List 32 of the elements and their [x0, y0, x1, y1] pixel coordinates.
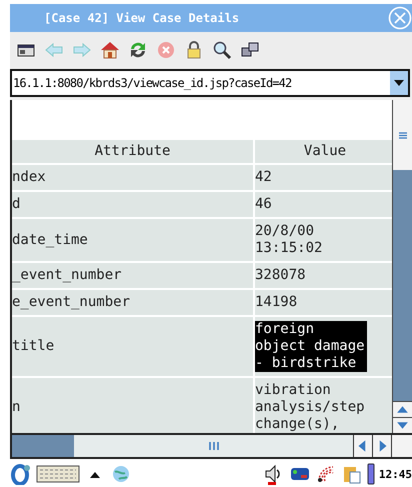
window-title: [Case 42] View Case Details	[43, 11, 240, 25]
table-cell: title	[12, 317, 253, 376]
table-cell: date_time	[12, 219, 253, 261]
table-cell: vibration analysis/step change(s),	[255, 378, 392, 433]
highlighted-text: foreign object damage - birdstrike	[255, 321, 367, 372]
grip-icon	[208, 442, 218, 450]
caret-icon[interactable]	[394, 80, 404, 86]
column-header: Value	[255, 140, 392, 163]
scroll-thumb[interactable]	[74, 435, 353, 457]
table-cell: e_event_number	[12, 290, 253, 315]
table-cell: 328078	[255, 263, 392, 288]
refresh-icon[interactable]	[128, 40, 148, 60]
column-header: Attribute	[12, 140, 253, 163]
scroll-right-icon[interactable]	[372, 435, 392, 457]
home-icon[interactable]	[100, 40, 120, 60]
table-cell: 20/8/00 13:15:02	[255, 219, 392, 261]
keyboard-icon[interactable]	[36, 464, 80, 484]
start-logo-icon[interactable]	[10, 463, 32, 485]
table-cell: d	[12, 192, 253, 217]
table-cell: 46	[255, 192, 392, 217]
clock: 12:45	[378, 468, 412, 480]
table-cell: ndex	[12, 165, 253, 190]
grip-icon	[398, 132, 406, 138]
address-field[interactable]: 16.1.1:8080/kbrds3/viewcase_id.jsp?caseId=42	[10, 69, 410, 97]
battery-icon	[366, 463, 375, 485]
table-cell: n	[12, 378, 253, 433]
search-icon[interactable]	[212, 40, 232, 60]
table-cell: 14198	[255, 290, 392, 315]
table-cell: 42	[255, 165, 392, 190]
vertical-scrollbar[interactable]	[392, 100, 412, 433]
horizontal-scrollbar[interactable]	[10, 433, 412, 459]
table-cell: _event_number	[12, 263, 253, 288]
